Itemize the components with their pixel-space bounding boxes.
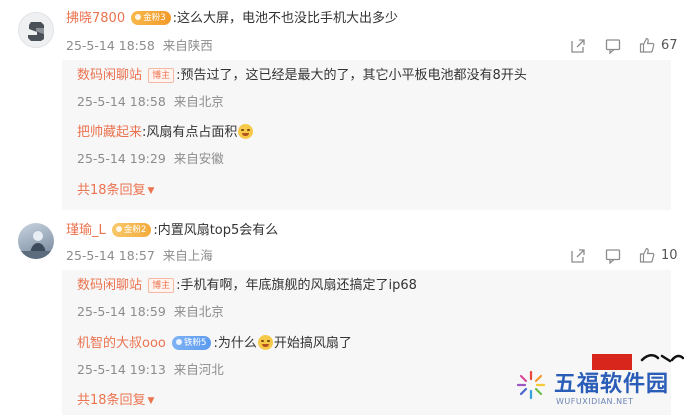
reply-meta: 25-5-14 19:13 来自河北 (77, 361, 224, 379)
share-icon (571, 39, 585, 53)
comment-icon (605, 39, 621, 54)
reply-line: 数码闲聊站 博主:手机有啊，年底旗舰的风扇还搞定了ip68 (77, 277, 417, 295)
timestamp: 25-5-14 19:29 (77, 151, 166, 166)
avatar[interactable] (18, 12, 54, 48)
share-button[interactable] (570, 38, 586, 54)
location: 来自河北 (173, 362, 224, 377)
reply-text: :为什么 (213, 336, 257, 351)
timestamp: 25-5-14 18:59 (77, 304, 166, 319)
like-button[interactable]: 10 (639, 247, 678, 263)
reply-text: :手机有啊，年底旗舰的风扇还搞定了ip68 (176, 278, 417, 293)
location: 来自北京 (173, 304, 224, 319)
caret-down-icon: ▼ (147, 396, 155, 406)
watermark-brush-icon (640, 354, 684, 363)
reply-text-continued: 开始搞风扇了 (273, 336, 352, 351)
fan-badge[interactable]: 金粉3 (131, 11, 171, 25)
wufu-logo-icon (516, 370, 546, 400)
badge-label: 铁粉5 (184, 338, 207, 348)
reply-username[interactable]: 数码闲聊站 (77, 278, 142, 293)
timestamp: 25-5-14 19:13 (77, 362, 166, 377)
grin-sweat-emoji-icon (238, 124, 254, 139)
reply-line: 机智的大叔ooo 铁粉5 :为什么 开始搞风扇了 (77, 335, 352, 353)
reply-text: :风扇有点占面积 (142, 125, 238, 140)
fan-badge[interactable]: 金粉2 (111, 223, 152, 237)
comment-line: 瑾瑜_L 金粉2 :内置风扇top5会有么 (66, 222, 278, 240)
location: 来自陕西 (162, 38, 213, 53)
more-replies-link[interactable]: 共18条回复 ▼ (77, 392, 154, 410)
location: 来自上海 (162, 248, 213, 263)
comment-button[interactable] (605, 38, 621, 54)
comment-icon (605, 249, 621, 264)
comment-text: :这么大屏，电池不也没比手机大出多少 (172, 11, 399, 26)
share-button[interactable] (570, 248, 586, 264)
username[interactable]: 拂晓7800 (66, 11, 125, 26)
timestamp: 25-5-14 18:58 (66, 38, 155, 53)
reply-text: :预告过了，这已经是最大的了，其它小平板电池都没有8开头 (176, 68, 527, 83)
comment-meta: 25-5-14 18:57 来自上海 (66, 247, 213, 265)
thumbs-up-icon (639, 37, 655, 53)
timestamp: 25-5-14 18:58 (77, 94, 166, 109)
more-replies-label: 共18条回复 (77, 183, 146, 198)
comment-button[interactable] (605, 248, 621, 264)
more-replies-label: 共18条回复 (77, 393, 146, 408)
more-replies-link[interactable]: 共18条回复 ▼ (77, 182, 154, 200)
s-logo-avatar-icon (28, 22, 44, 41)
comment-line: 拂晓7800 金粉3 :这么大屏，电池不也没比手机大出多少 (66, 10, 398, 28)
comment-text: :内置风扇top5会有么 (153, 223, 279, 238)
avatar[interactable] (18, 223, 54, 259)
reply-meta: 25-5-14 18:59 来自北京 (77, 303, 224, 321)
laugh-cry-emoji-icon (257, 335, 273, 350)
author-tag: 博主 (148, 68, 175, 83)
share-icon (571, 249, 585, 263)
watermark-subtitle: WUFUXIDIAN.NET (556, 397, 634, 406)
comment-meta: 25-5-14 18:58 来自陕西 (66, 37, 213, 55)
like-button[interactable]: 67 (639, 37, 678, 53)
reply-username[interactable]: 把帅藏起来 (77, 125, 142, 140)
reply-username[interactable]: 机智的大叔ooo (77, 336, 166, 351)
reply-meta: 25-5-14 18:58 来自北京 (77, 93, 224, 111)
reply-line: 把帅藏起来:风扇有点占面积 (77, 124, 254, 142)
like-count: 67 (661, 37, 678, 53)
username[interactable]: 瑾瑜_L (66, 223, 106, 238)
user-photo-avatar-icon (18, 231, 54, 259)
location: 来自安徽 (173, 151, 224, 166)
watermark-title: 五福软件园 (554, 372, 670, 397)
caret-down-icon: ▼ (147, 186, 155, 196)
badge-label: 金粉3 (143, 13, 166, 23)
badge-label: 金粉2 (123, 225, 147, 235)
timestamp: 25-5-14 18:57 (66, 248, 155, 263)
reply-meta: 25-5-14 19:29 来自安徽 (77, 150, 224, 168)
reply-username[interactable]: 数码闲聊站 (77, 68, 142, 83)
thumbs-up-icon (639, 247, 655, 263)
like-count: 10 (661, 247, 678, 263)
fan-badge[interactable]: 铁粉5 (172, 336, 212, 350)
watermark: 五福软件园 WUFUXIDIAN.NET (514, 364, 684, 410)
location: 来自北京 (173, 94, 224, 109)
author-tag: 博主 (148, 278, 175, 293)
reply-line: 数码闲聊站 博主:预告过了，这已经是最大的了，其它小平板电池都没有8开头 (77, 67, 527, 85)
